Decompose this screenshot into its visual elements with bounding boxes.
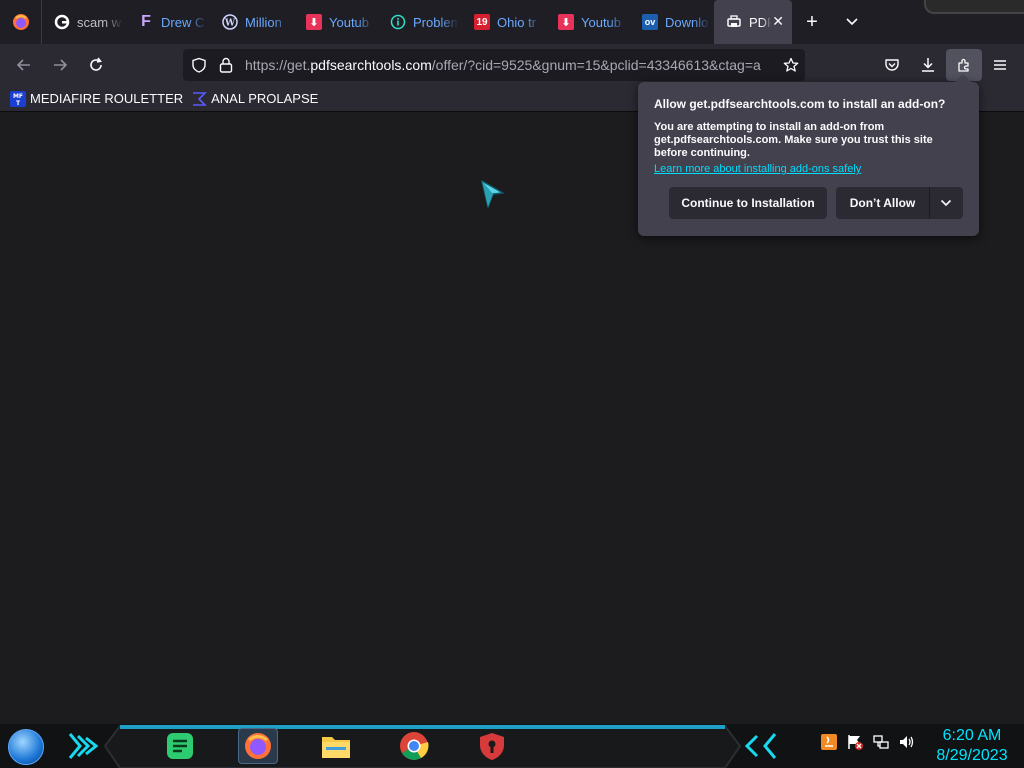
puzzle-piece-icon [958,58,969,72]
reload-icon [90,57,102,71]
sigma-icon [191,91,208,107]
screen: scam w F Drew C W Million ⬇ Youtub Probl… [0,0,1024,768]
bookmark-label: ANAL PROLAPSE [211,91,319,106]
firefox-icon [12,14,29,30]
reload-button[interactable] [78,49,114,81]
new-tab-button[interactable]: + [792,0,832,44]
clock-date: 8/29/2023 [936,747,1008,764]
tab-3[interactable]: W Million [210,0,294,44]
volume-icon[interactable] [898,733,916,751]
tab-6[interactable]: 19 Ohio tr [462,0,546,44]
download-arrow-icon [922,58,934,72]
shield-keyhole-icon [480,733,504,760]
tab-title: Downlo [665,14,709,30]
hamburger-menu-icon [994,60,1006,70]
chat-app-icon [167,733,193,759]
chrome-icon [400,732,429,760]
mediafire-icon: MF T [10,90,26,107]
url-suffix: /offer/?cid=9525&gnum=15&pclid=43346613&… [431,57,761,73]
taskbar-firefox-app[interactable] [238,728,278,764]
popup-buttons: Continue to Installation Don’t Allow [669,187,963,219]
downloads-button[interactable] [910,49,946,81]
news19-icon: 19 [474,14,490,30]
tab-title: scam w [77,14,122,30]
tab-title: Problem [413,14,459,30]
plus-icon: + [806,10,818,33]
svg-text:MF: MF [13,93,23,100]
menu-button[interactable] [982,49,1018,81]
bookmark-label: MEDIAFIRE ROULETTER [30,91,184,106]
tab-title: Youtub [581,14,622,30]
download-icon: ⬇ [306,14,322,30]
system-tray [820,733,916,751]
taskbar-security-app[interactable] [472,728,512,764]
tab-9-active[interactable]: PDF ✕ [714,0,792,44]
navigation-toolbar: https://get.pdfsearchtools.com/offer/?ci… [0,44,1024,86]
f-icon: F [141,13,151,30]
java-icon[interactable] [820,733,838,751]
url-domain: pdfsearchtools.com [310,57,432,73]
star-bookmark-icon[interactable] [783,57,799,73]
google-icon [54,14,70,30]
bookmark-anal-prolapse[interactable]: ANAL PROLAPSE [191,91,318,107]
svg-text:W: W [224,19,236,29]
taskbar-file-explorer-app[interactable] [316,728,356,764]
tab-2[interactable]: F Drew C [126,0,210,44]
mouse-cursor-icon [481,180,504,208]
action-center-flag-icon[interactable] [846,733,864,751]
url-bar[interactable]: https://get.pdfsearchtools.com/offer/?ci… [183,49,805,81]
tab-8[interactable]: ov Downlo [630,0,714,44]
back-arrow-icon [16,59,30,71]
info-icon [390,14,406,30]
taskbar-clock[interactable]: 6:20 AM 8/29/2023 [932,726,1012,766]
learn-more-link[interactable]: Learn more about installing add-ons safe… [654,163,963,175]
popup-heading: Allow get.pdfsearchtools.com to install … [654,97,946,111]
tab-title: Million [245,14,282,30]
popup-body: You are attempting to install an add-on … [654,121,933,159]
firefox-view-button[interactable] [0,0,42,44]
continue-to-installation-button[interactable]: Continue to Installation [669,187,827,219]
list-all-tabs-button[interactable] [832,0,872,44]
dont-allow-dropdown-button[interactable] [930,197,962,209]
addon-install-popup: Allow get.pdfsearchtools.com to install … [638,74,979,236]
window-decoration [924,0,1024,14]
tab-title: Ohio tr [497,14,537,30]
pocket-icon [885,59,899,71]
forward-arrow-icon [54,59,68,71]
network-icon[interactable] [872,733,890,751]
tab-title: PDF [749,14,771,30]
tab-7[interactable]: ⬇ Youtub [546,0,630,44]
dont-allow-button-group: Don’t Allow [836,187,963,219]
back-button[interactable] [6,49,42,81]
taskbar-notes-app[interactable] [160,728,200,764]
printer-icon [726,14,742,30]
tab-title: Drew C [161,14,205,30]
dont-allow-button[interactable]: Don’t Allow [836,187,930,219]
download-icon: ⬇ [558,14,574,30]
url-text[interactable]: https://get.pdfsearchtools.com/offer/?ci… [245,57,775,73]
tab-title: Youtub [329,14,370,30]
firefox-icon [245,733,271,759]
chevron-down-icon [846,18,858,26]
ov-icon: ov [642,14,658,30]
tab-1[interactable]: scam w [42,0,126,44]
toolbar-right-buttons [874,44,1024,86]
taskbar-chrome-app[interactable] [394,728,434,764]
lock-icon[interactable] [219,57,233,73]
chevron-down-icon [940,199,952,207]
shield-icon[interactable] [191,57,207,73]
tab-5[interactable]: Problem [378,0,462,44]
start-button[interactable] [8,729,44,765]
clock-time: 6:20 AM [942,727,1002,744]
wordpress-icon: W [222,14,238,30]
tab-4[interactable]: ⬇ Youtub [294,0,378,44]
pocket-button[interactable] [874,49,910,81]
url-prefix: https://get. [245,57,311,73]
folder-icon [322,737,350,758]
tab-strip: scam w F Drew C W Million ⬇ Youtub Probl… [0,0,1024,44]
forward-button[interactable] [42,49,78,81]
close-tab-icon[interactable]: ✕ [772,13,784,30]
bookmark-mediafire-rouletter[interactable]: MF T MEDIAFIRE ROULETTER [10,90,184,107]
